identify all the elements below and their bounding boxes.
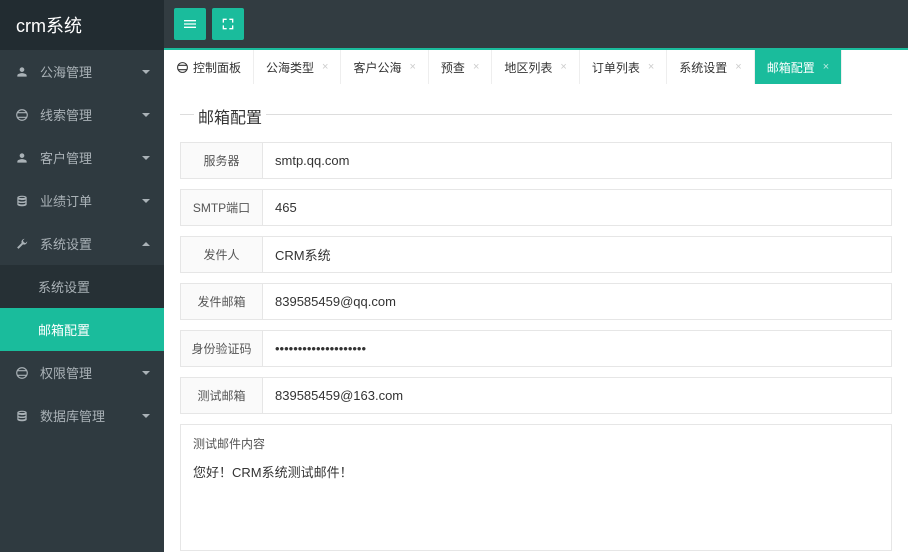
tab-5[interactable]: 订单列表 × bbox=[580, 50, 667, 84]
tab-1[interactable]: 公海类型 × bbox=[254, 50, 341, 84]
tab-3[interactable]: 预查 × bbox=[429, 50, 492, 84]
close-icon[interactable]: × bbox=[735, 61, 741, 73]
sender-input[interactable] bbox=[262, 236, 892, 273]
form-fieldset: 邮箱配置 服务器 SMTP端口 发件人 发件邮箱 bbox=[180, 96, 892, 552]
sidebar-item-label: 客户管理 bbox=[40, 148, 142, 167]
sidebar-subitem-0[interactable]: 系统设置 bbox=[0, 265, 164, 308]
auth-input[interactable] bbox=[262, 330, 892, 367]
sidebar-item-1[interactable]: 线索管理 bbox=[0, 93, 164, 136]
close-icon[interactable]: × bbox=[473, 61, 479, 73]
port-label: SMTP端口 bbox=[180, 189, 262, 226]
auth-label: 身份验证码 bbox=[180, 330, 262, 367]
sidebar-item-2[interactable]: 客户管理 bbox=[0, 136, 164, 179]
chevron-down-icon bbox=[142, 113, 150, 117]
content-area: 邮箱配置 服务器 SMTP端口 发件人 发件邮箱 bbox=[164, 84, 908, 552]
chevron-down-icon bbox=[142, 70, 150, 74]
chevron-down-icon bbox=[142, 371, 150, 375]
chevron-down-icon bbox=[142, 199, 150, 203]
close-icon[interactable]: × bbox=[322, 61, 328, 73]
db-icon bbox=[14, 193, 30, 209]
tab-label: 公海类型 bbox=[266, 59, 314, 76]
user-icon bbox=[14, 64, 30, 80]
topbar bbox=[164, 0, 908, 48]
close-icon[interactable]: × bbox=[648, 61, 654, 73]
main: 控制面板 公海类型 × 客户公海 × 预查 × 地区列表 × 订单列表 × 系统设置 × 邮箱配置 × 邮箱… bbox=[164, 0, 908, 552]
port-input[interactable] bbox=[262, 189, 892, 226]
close-icon[interactable]: × bbox=[409, 61, 415, 73]
submenu: 系统设置邮箱配置 bbox=[0, 265, 164, 351]
globe-icon bbox=[14, 107, 30, 123]
sender-email-input[interactable] bbox=[262, 283, 892, 320]
tab-label: 邮箱配置 bbox=[767, 59, 815, 76]
tab-label: 控制面板 bbox=[193, 59, 241, 76]
sender-email-label: 发件邮箱 bbox=[180, 283, 262, 320]
sidebar-subitem-1[interactable]: 邮箱配置 bbox=[0, 308, 164, 351]
db-icon bbox=[14, 408, 30, 424]
test-content-textarea[interactable] bbox=[181, 458, 891, 547]
tab-label: 预查 bbox=[441, 59, 465, 76]
test-email-label: 测试邮箱 bbox=[180, 377, 262, 414]
tab-label: 订单列表 bbox=[592, 59, 640, 76]
tab-label: 系统设置 bbox=[679, 59, 727, 76]
chevron-down-icon bbox=[142, 156, 150, 160]
sidebar-item-6[interactable]: 数据库管理 bbox=[0, 394, 164, 437]
tab-0[interactable]: 控制面板 bbox=[164, 50, 254, 84]
fullscreen-button[interactable] bbox=[212, 8, 244, 40]
tab-4[interactable]: 地区列表 × bbox=[492, 50, 579, 84]
sidebar-item-label: 系统设置 bbox=[40, 234, 142, 253]
menu-toggle-button[interactable] bbox=[174, 8, 206, 40]
globe-icon bbox=[176, 61, 189, 74]
bars-icon bbox=[182, 16, 198, 32]
server-input[interactable] bbox=[262, 142, 892, 179]
sidebar-item-label: 公海管理 bbox=[40, 62, 142, 81]
test-email-input[interactable] bbox=[262, 377, 892, 414]
sidebar-item-5[interactable]: 权限管理 bbox=[0, 351, 164, 394]
sidebar-menu: 公海管理线索管理客户管理业绩订单系统设置系统设置邮箱配置权限管理数据库管理 bbox=[0, 50, 164, 552]
brand-title: crm系统 bbox=[0, 0, 164, 50]
expand-icon bbox=[220, 16, 236, 32]
sidebar-item-0[interactable]: 公海管理 bbox=[0, 50, 164, 93]
sidebar: crm系统 公海管理线索管理客户管理业绩订单系统设置系统设置邮箱配置权限管理数据… bbox=[0, 0, 164, 552]
tab-2[interactable]: 客户公海 × bbox=[341, 50, 428, 84]
close-icon[interactable]: × bbox=[823, 61, 829, 73]
sidebar-item-4[interactable]: 系统设置 bbox=[0, 222, 164, 265]
tab-7[interactable]: 邮箱配置 × bbox=[755, 50, 842, 84]
sidebar-item-label: 业绩订单 bbox=[40, 191, 142, 210]
wrench-icon bbox=[14, 236, 30, 252]
test-content-label: 测试邮件内容 bbox=[181, 425, 891, 458]
tab-6[interactable]: 系统设置 × bbox=[667, 50, 754, 84]
tab-label: 地区列表 bbox=[504, 59, 552, 76]
sidebar-item-label: 线索管理 bbox=[40, 105, 142, 124]
sender-label: 发件人 bbox=[180, 236, 262, 273]
close-icon[interactable]: × bbox=[560, 61, 566, 73]
user-icon bbox=[14, 150, 30, 166]
sidebar-item-3[interactable]: 业绩订单 bbox=[0, 179, 164, 222]
sidebar-item-label: 数据库管理 bbox=[40, 406, 142, 425]
globe-icon bbox=[14, 365, 30, 381]
tab-bar: 控制面板 公海类型 × 客户公海 × 预查 × 地区列表 × 订单列表 × 系统设置 × 邮箱配置 × bbox=[164, 48, 908, 84]
server-label: 服务器 bbox=[180, 142, 262, 179]
chevron-down-icon bbox=[142, 414, 150, 418]
tab-label: 客户公海 bbox=[353, 59, 401, 76]
sidebar-item-label: 权限管理 bbox=[40, 363, 142, 382]
form-title: 邮箱配置 bbox=[180, 104, 892, 142]
test-content-wrap: 测试邮件内容 bbox=[180, 424, 892, 551]
chevron-up-icon bbox=[142, 242, 150, 246]
